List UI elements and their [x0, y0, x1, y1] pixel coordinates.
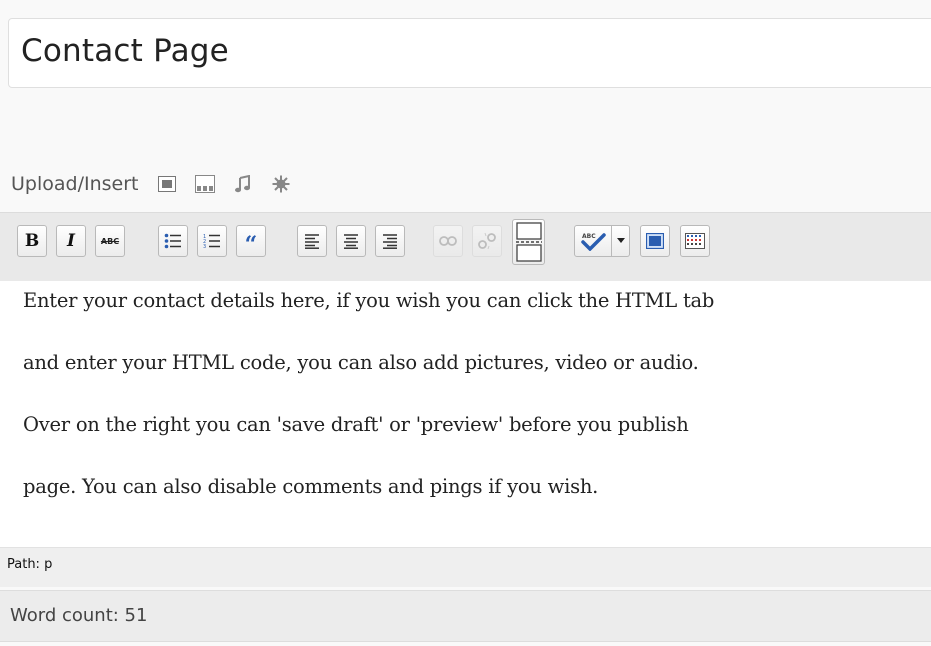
- upload-insert-label: Upload/Insert: [11, 173, 139, 195]
- title-input[interactable]: Contact Page: [8, 18, 931, 88]
- audio-icon[interactable]: [232, 173, 254, 195]
- strikethrough-button[interactable]: ABC: [95, 225, 125, 257]
- path-bar: Path: p: [0, 547, 931, 587]
- numbered-list-button[interactable]: 123: [197, 225, 227, 257]
- align-right-icon: [383, 234, 397, 249]
- kitchen-sink-button[interactable]: [680, 225, 710, 257]
- more-tag-icon: [515, 222, 542, 262]
- video-icon[interactable]: [194, 173, 216, 195]
- spellcheck-dropdown[interactable]: [612, 225, 630, 257]
- editor-paragraph: page. You can also disable comments and …: [23, 475, 599, 498]
- media-bar: Upload/Insert: [11, 168, 300, 200]
- bold-button[interactable]: B: [17, 225, 47, 257]
- numbered-list-icon: 123: [203, 234, 220, 249]
- fullscreen-icon: [646, 233, 664, 249]
- kitchen-sink-icon: [685, 233, 705, 249]
- image-icon[interactable]: [156, 173, 178, 195]
- align-right-button[interactable]: [375, 225, 405, 257]
- unlink-button[interactable]: [472, 225, 502, 257]
- editor-paragraph: Enter your contact details here, if you …: [23, 289, 715, 312]
- bullet-list-button[interactable]: [158, 225, 188, 257]
- spellcheck-icon: ABC: [581, 233, 606, 251]
- fullscreen-button[interactable]: [640, 225, 670, 257]
- unlink-icon: [478, 232, 496, 250]
- chevron-down-icon: [616, 238, 625, 243]
- svg-text:3: 3: [203, 244, 206, 249]
- word-count: Word count: 51: [10, 605, 148, 626]
- strikethrough-icon: ABC: [100, 236, 120, 246]
- blockquote-icon: “: [244, 232, 258, 258]
- path-text: Path: p: [7, 557, 53, 572]
- align-center-icon: [344, 234, 358, 249]
- italic-button[interactable]: I: [56, 225, 86, 257]
- media-icon[interactable]: [270, 173, 292, 195]
- editor-content[interactable]: Enter your contact details here, if you …: [0, 281, 931, 547]
- word-count-bar: Word count: 51: [0, 590, 931, 642]
- title-text: Contact Page: [21, 33, 229, 69]
- link-icon: [439, 236, 457, 246]
- bullet-list-icon: [164, 233, 181, 249]
- bold-icon: B: [24, 231, 40, 251]
- align-left-icon: [305, 234, 319, 249]
- italic-icon: I: [67, 231, 75, 251]
- insert-more-button[interactable]: [512, 219, 545, 265]
- align-center-button[interactable]: [336, 225, 366, 257]
- blockquote-button[interactable]: “: [236, 225, 266, 257]
- editor-paragraph: Over on the right you can 'save draft' o…: [23, 413, 689, 436]
- spellcheck-button[interactable]: ABC: [574, 225, 612, 257]
- formatting-toolbar: B I ABC 123 “ ABC: [0, 212, 931, 281]
- editor-paragraph: and enter your HTML code, you can also a…: [23, 351, 699, 374]
- align-left-button[interactable]: [297, 225, 327, 257]
- svg-text:ABC: ABC: [582, 233, 596, 240]
- insert-link-button[interactable]: [433, 225, 463, 257]
